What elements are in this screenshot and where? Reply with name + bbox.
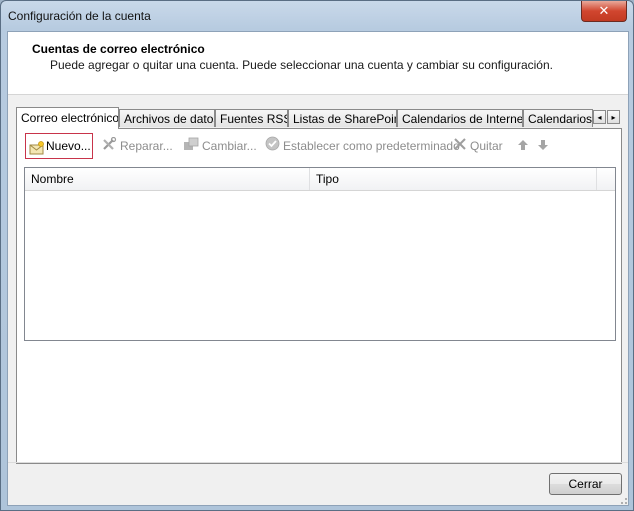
repair-button[interactable]: Reparar...: [101, 135, 173, 157]
list-header: Nombre Tipo: [25, 168, 615, 191]
set-default-label: Establecer como predeterminado: [283, 139, 460, 153]
footer-divider: [8, 462, 628, 463]
set-default-button[interactable]: Establecer como predeterminado: [265, 135, 460, 157]
tab-scroll-right-button[interactable]: ▸: [607, 110, 620, 124]
window-title: Configuración de la cuenta: [8, 9, 151, 23]
move-up-button[interactable]: [517, 135, 532, 157]
arrow-left-icon: ◂: [597, 113, 602, 122]
dialog-client-area: Cuentas de correo electrónico Puede agre…: [7, 31, 629, 506]
change-button[interactable]: Cambiar...: [183, 135, 257, 157]
accounts-list[interactable]: Nombre Tipo: [24, 167, 616, 341]
new-account-button[interactable]: Nuevo...: [25, 133, 93, 159]
close-icon: ✕: [598, 3, 610, 18]
tab-rss-feeds[interactable]: Fuentes RSS: [215, 109, 288, 127]
remove-label: Quitar: [470, 139, 503, 153]
email-tab-panel: Nuevo... Reparar... Cambiar... Establece…: [16, 128, 622, 464]
new-account-label: Nuevo...: [46, 139, 91, 153]
tab-email[interactable]: Correo electrónico: [16, 107, 119, 129]
header-title: Cuentas de correo electrónico: [32, 42, 205, 56]
tab-sharepoint-lists[interactable]: Listas de SharePoint: [288, 109, 397, 127]
tab-strip: Correo electrónico Archivos de datos Fue…: [16, 107, 624, 129]
arrow-right-icon: ▸: [611, 113, 616, 122]
tab-data-files[interactable]: Archivos de datos: [119, 109, 215, 127]
check-circle-icon: [265, 136, 280, 158]
arrow-down-icon: [537, 136, 549, 158]
new-mail-icon: [29, 139, 45, 163]
tab-scroll-left-button[interactable]: ◂: [593, 110, 606, 124]
title-bar[interactable]: Configuración de la cuenta ✕: [1, 1, 633, 31]
change-label: Cambiar...: [202, 139, 257, 153]
header-subtitle: Puede agregar o quitar una cuenta. Puede…: [50, 58, 553, 72]
resize-grip-icon[interactable]: [616, 493, 628, 505]
header-band: Cuentas de correo electrónico Puede agre…: [8, 32, 628, 95]
repair-label: Reparar...: [120, 139, 173, 153]
column-header-type[interactable]: Tipo: [310, 168, 597, 190]
change-icon: [183, 136, 199, 158]
x-icon: [453, 136, 467, 158]
arrow-up-icon: [517, 136, 529, 158]
column-header-name[interactable]: Nombre: [25, 168, 310, 190]
tools-icon: [101, 136, 117, 158]
remove-button[interactable]: Quitar: [453, 135, 503, 157]
tab-internet-calendars[interactable]: Calendarios de Internet: [397, 109, 523, 127]
tab-published-calendars[interactable]: Calendarios p: [523, 109, 593, 127]
account-settings-window: Configuración de la cuenta ✕ Cuentas de …: [0, 0, 634, 511]
column-header-filler: [597, 168, 615, 190]
window-close-button[interactable]: ✕: [581, 1, 627, 22]
account-toolbar: Nuevo... Reparar... Cambiar... Establece…: [17, 133, 621, 159]
close-dialog-button[interactable]: Cerrar: [549, 473, 622, 495]
move-down-button[interactable]: [537, 135, 552, 157]
